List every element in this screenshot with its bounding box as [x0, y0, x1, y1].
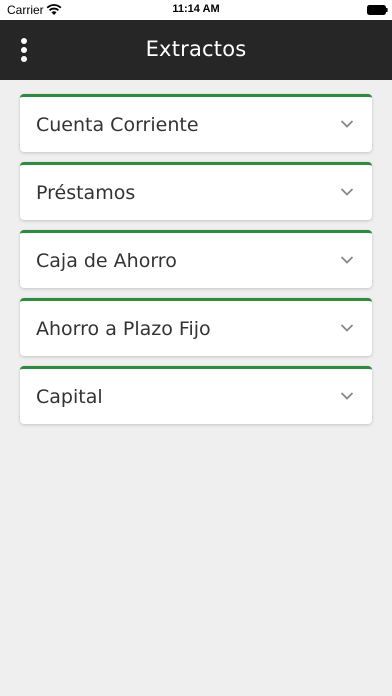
account-item-label: Caja de Ahorro	[36, 250, 177, 272]
account-item-label: Cuenta Corriente	[36, 114, 199, 136]
status-bar: Carrier 11:14 AM	[0, 0, 392, 20]
account-item-label: Ahorro a Plazo Fijo	[36, 318, 211, 340]
chevron-down-icon	[340, 188, 354, 196]
account-item-label: Préstamos	[36, 182, 136, 204]
app-bar: Extractos	[0, 20, 392, 80]
account-item-label: Capital	[36, 386, 103, 408]
status-time: 11:14 AM	[172, 3, 220, 15]
page-title: Extractos	[145, 37, 247, 61]
account-item-cuenta-corriente[interactable]: Cuenta Corriente	[20, 94, 372, 152]
chevron-down-icon	[340, 120, 354, 128]
battery-icon	[367, 5, 388, 15]
statement-list: Cuenta Corriente Préstamos Caja de Ahorr…	[20, 94, 372, 434]
chevron-down-icon	[340, 256, 354, 264]
chevron-down-icon	[340, 392, 354, 400]
account-item-capital[interactable]: Capital	[20, 366, 372, 424]
chevron-down-icon	[340, 324, 354, 332]
account-item-caja-de-ahorro[interactable]: Caja de Ahorro	[20, 230, 372, 288]
account-item-ahorro-a-plazo-fijo[interactable]: Ahorro a Plazo Fijo	[20, 298, 372, 356]
account-item-prestamos[interactable]: Préstamos	[20, 162, 372, 220]
